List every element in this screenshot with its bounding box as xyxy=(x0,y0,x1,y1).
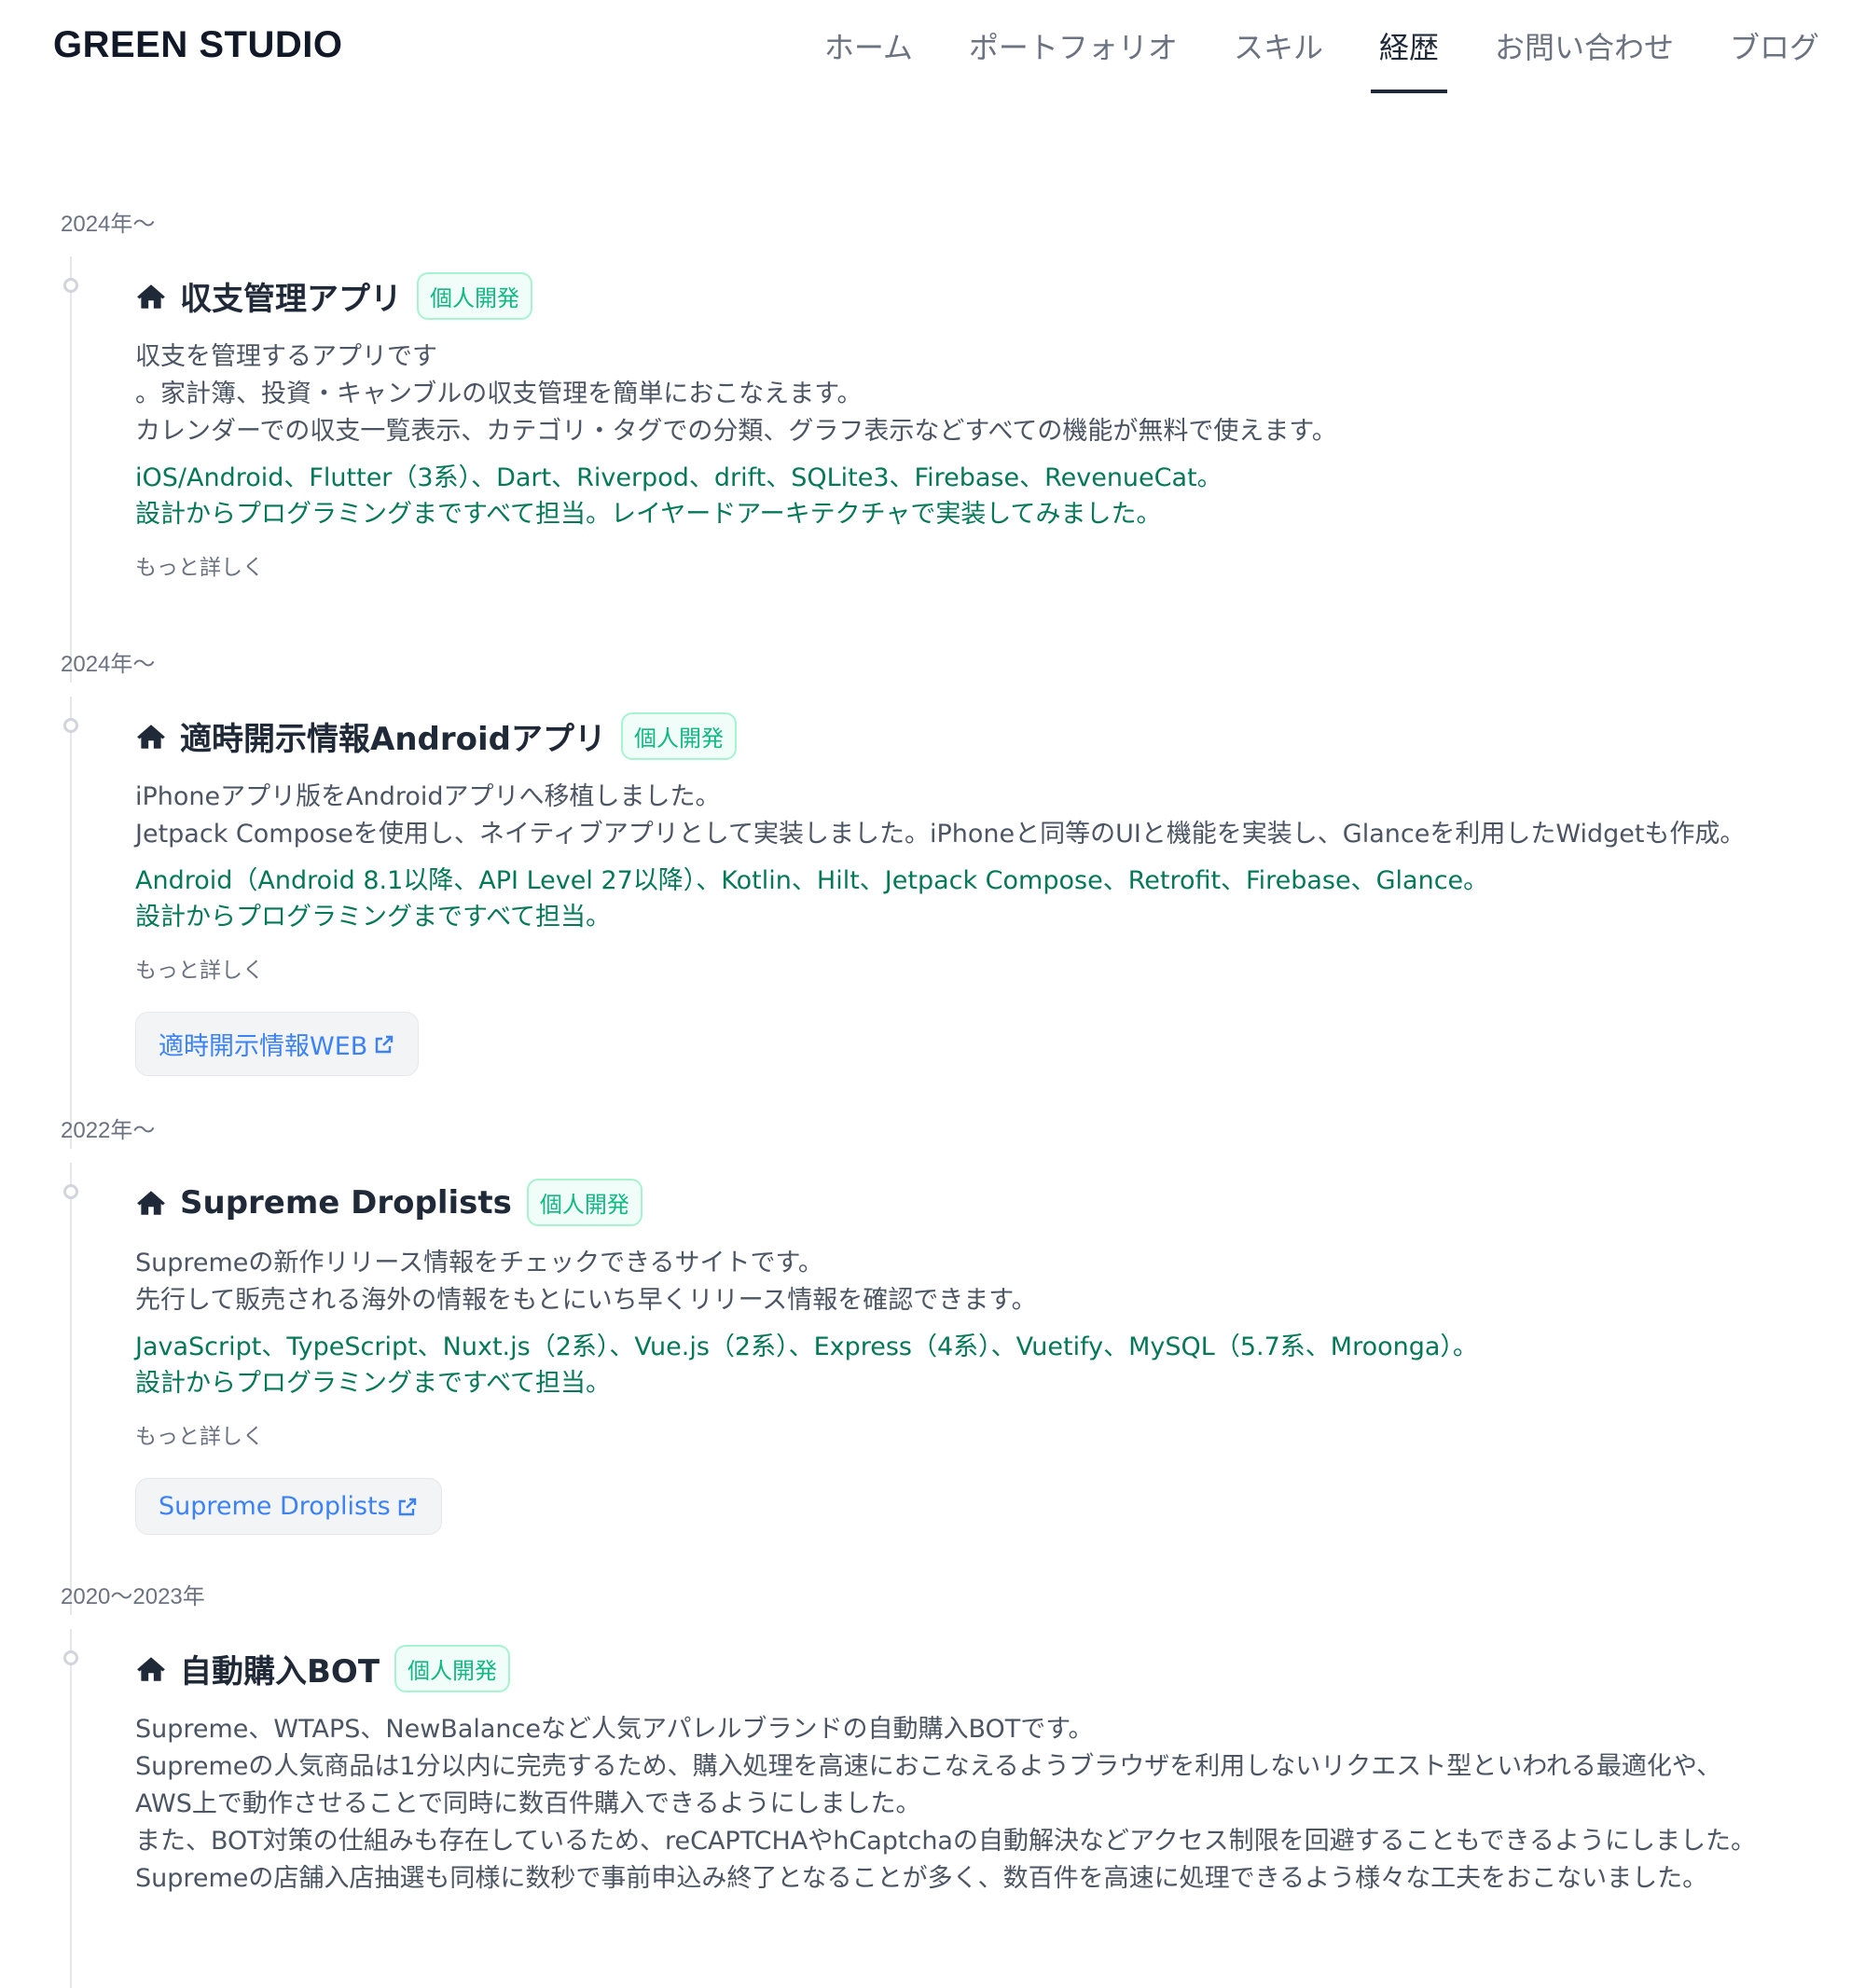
entry-tech-stack: iOS/Android、Flutter（3系）、Dart、Riverpod、dr… xyxy=(135,463,1223,529)
home-icon xyxy=(137,1190,165,1215)
personal-dev-badge: 個人開発 xyxy=(394,1645,511,1692)
timeline-dot xyxy=(63,278,78,293)
entry-tech-stack: JavaScript、TypeScript、Nuxt.js（2系）、Vue.js… xyxy=(135,1332,1478,1398)
entry-title: 収支管理アプリ xyxy=(180,281,402,318)
timeline-dot xyxy=(63,1184,78,1199)
nav-portfolio[interactable]: ポートフォリオ xyxy=(960,21,1186,93)
main-nav: ホーム ポートフォリオ スキル 経歴 お問い合わせ ブログ xyxy=(816,21,1828,93)
timeline-dot xyxy=(63,1650,78,1665)
external-link-icon xyxy=(376,1035,394,1053)
nav-home[interactable]: ホーム xyxy=(816,21,921,93)
personal-dev-badge: 個人開発 xyxy=(526,1179,642,1226)
home-icon xyxy=(137,283,165,309)
timeline-entry: 2024年〜 適時開示情報Androidアプリ 個人開発 iPhoneアプリ版を… xyxy=(0,645,1865,1149)
entry-period: 2024年〜 xyxy=(61,652,156,677)
home-icon xyxy=(137,1656,165,1681)
timeline-line xyxy=(70,1163,72,1615)
more-details-link[interactable]: もっと詳しく xyxy=(135,952,1865,984)
external-link-button[interactable]: 適時開示情報WEB xyxy=(135,1012,420,1076)
timeline-entry: 2022年〜 Supreme Droplists 個人開発 Supremeの新作… xyxy=(0,1111,1865,1615)
more-details-link[interactable]: もっと詳しく xyxy=(135,549,1865,581)
nav-contact[interactable]: お問い合わせ xyxy=(1486,21,1682,93)
entry-title: 適時開示情報Androidアプリ xyxy=(180,721,606,758)
home-icon xyxy=(137,724,165,749)
entry-description: Supreme、WTAPS、NewBalanceなど人気アパレルブランドの自動購… xyxy=(135,1715,1757,1893)
career-timeline: 2024年〜 収支管理アプリ 個人開発 収支を管理するアプリです 。家計簿、投資… xyxy=(0,205,1865,1988)
timeline-entry: 2024年〜 収支管理アプリ 個人開発 収支を管理するアプリです 。家計簿、投資… xyxy=(0,205,1865,683)
external-link-icon xyxy=(398,1498,416,1515)
more-details-link[interactable]: もっと詳しく xyxy=(135,1418,1865,1450)
nav-skills[interactable]: スキル xyxy=(1225,21,1332,93)
timeline-line xyxy=(70,256,72,683)
timeline-line xyxy=(70,697,72,1149)
timeline-line xyxy=(70,1629,72,1988)
entry-title: 自動購入BOT xyxy=(180,1653,380,1691)
personal-dev-badge: 個人開発 xyxy=(620,712,737,760)
entry-period: 2022年〜 xyxy=(61,1118,156,1143)
nav-career[interactable]: 経歴 xyxy=(1370,21,1447,93)
external-link-button[interactable]: Supreme Droplists xyxy=(135,1478,442,1535)
nav-blog[interactable]: ブログ xyxy=(1721,21,1828,93)
entry-description: iPhoneアプリ版をAndroidアプリへ移植しました。 Jetpack Co… xyxy=(135,782,1746,849)
timeline-dot xyxy=(63,718,78,733)
entry-period: 2024年〜 xyxy=(61,212,156,237)
entry-description: Supremeの新作リリース情報をチェックできるサイトです。 先行して販売される… xyxy=(135,1249,1037,1315)
external-link-label: 適時開示情報WEB xyxy=(159,1032,368,1061)
site-header: GREEN STUDIO ホーム ポートフォリオ スキル 経歴 お問い合わせ ブ… xyxy=(0,0,1865,93)
entry-period: 2020〜2023年 xyxy=(61,1584,205,1609)
entry-description: 収支を管理するアプリです 。家計簿、投資・キャンブルの収支管理を簡単におこなえま… xyxy=(135,342,1337,446)
timeline-entry: 2020〜2023年 自動購入BOT 個人開発 Supreme、WTAPS、Ne… xyxy=(0,1578,1865,1988)
personal-dev-badge: 個人開発 xyxy=(417,272,532,320)
external-link-label: Supreme Droplists xyxy=(159,1492,391,1521)
entry-tech-stack: Android（Android 8.1以降、API Level 27以降）、Ko… xyxy=(135,866,1489,932)
entry-title: Supreme Droplists xyxy=(180,1183,512,1222)
site-logo[interactable]: GREEN STUDIO xyxy=(53,24,342,66)
